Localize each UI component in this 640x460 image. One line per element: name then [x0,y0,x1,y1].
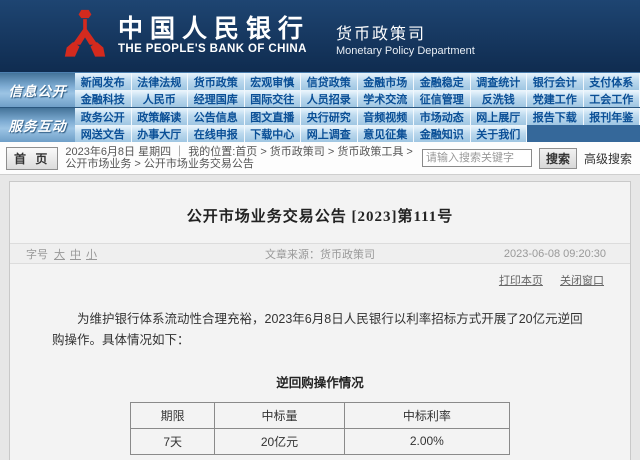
main-nav: 信息公开新闻发布法律法规货币政策宏观审慎信贷政策金融市场金融稳定调查统计银行会计… [0,72,640,142]
table-row: 7天20亿元2.00% [131,428,510,454]
article-body: 为维护银行体系流动性合理充裕，2023年6月8日人民银行以利率招标方式开展了20… [52,309,588,352]
nav-item[interactable]: 法律法规 [132,73,189,90]
nav-section: 信息公开新闻发布法律法规货币政策宏观审慎信贷政策金融市场金融稳定调查统计银行会计… [0,72,640,107]
search-input[interactable] [422,149,532,167]
nav-item[interactable]: 反洗钱 [471,90,528,107]
print-page-link[interactable]: 打印本页 [499,275,543,287]
nav-item[interactable]: 金融稳定 [414,73,471,90]
source-value: 货币政策司 [320,249,375,261]
breadcrumb-bar: 首 页 2023年6月8日 星期四 ｜ 我的位置:首页 > 货币政策司 > 货币… [0,142,640,175]
nav-item[interactable]: 报刊年鉴 [584,108,640,125]
nav-item[interactable]: 政务公开 [75,108,132,125]
article-actions: 打印本页 关闭窗口 [10,264,630,288]
nav-item[interactable]: 金融市场 [358,73,415,90]
font-size-中[interactable]: 中 [70,249,81,261]
nav-item[interactable]: 央行研究 [301,108,358,125]
table-header-cell: 期限 [131,402,215,428]
table-cell: 7天 [131,428,215,454]
source-label: 文章来源： [265,249,320,261]
department-name-cn: 货币政策司 [336,25,475,45]
breadcrumb[interactable]: 2023年6月8日 星期四 ｜ 我的位置:首页 > 货币政策司 > 货币政策工具… [65,146,415,170]
nav-item[interactable]: 办事大厅 [132,125,189,142]
article-card: 公开市场业务交易公告 [2023]第111号 字号 大中小 文章来源：货币政策司… [9,181,631,460]
table-header-cell: 中标利率 [344,402,509,428]
nav-item[interactable]: 音频视频 [358,108,415,125]
department-block: 货币政策司 Monetary Policy Department [336,15,475,57]
nav-item[interactable]: 意见征集 [358,125,415,142]
nav-item[interactable]: 公告信息 [188,108,245,125]
home-button[interactable]: 首 页 [6,147,58,170]
nav-item[interactable]: 国际交往 [245,90,302,107]
department-name-en: Monetary Policy Department [336,45,475,57]
nav-item[interactable]: 党建工作 [527,90,584,107]
nav-item[interactable]: 政策解读 [132,108,189,125]
nav-item[interactable]: 市场动态 [414,108,471,125]
nav-item[interactable]: 新闻发布 [75,73,132,90]
nav-item[interactable]: 货币政策 [188,73,245,90]
search-area: 搜索 高级搜索 [422,148,632,169]
nav-item[interactable]: 图文直播 [245,108,302,125]
nav-item[interactable]: 宏观审慎 [245,73,302,90]
nav-section-label[interactable]: 服务互动 [0,108,75,142]
nav-item[interactable]: 金融知识 [414,125,471,142]
page-title: 公开市场业务交易公告 [2023]第111号 [10,205,630,226]
nav-item[interactable]: 人员招录 [301,90,358,107]
font-size-大[interactable]: 大 [54,249,65,261]
nav-item[interactable]: 支付体系 [584,73,640,90]
operation-table-title: 逆回购操作情况 [10,372,630,391]
article-timestamp: 2023-06-08 09:20:30 [504,248,606,260]
nav-item[interactable]: 金融科技 [75,90,132,107]
font-size-小[interactable]: 小 [86,249,97,261]
nav-item[interactable]: 关于我们 [471,125,528,142]
site-header: 中国人民银行 THE PEOPLE'S BANK OF CHINA 货币政策司 … [0,0,640,72]
article-meta-bar: 字号 大中小 文章来源：货币政策司 2023-06-08 09:20:30 [10,243,630,264]
pboc-logo-icon [62,9,108,63]
search-button[interactable]: 搜索 [539,148,577,169]
bank-name-block: 中国人民银行 THE PEOPLE'S BANK OF CHINA [118,17,310,55]
bank-name-cn: 中国人民银行 [118,17,310,43]
bank-name-en: THE PEOPLE'S BANK OF CHINA [118,43,310,55]
table-cell: 2.00% [344,428,509,454]
close-window-link[interactable]: 关闭窗口 [560,275,604,287]
nav-item[interactable]: 银行会计 [527,73,584,90]
nav-item[interactable]: 调查统计 [471,73,528,90]
table-header-cell: 中标量 [215,402,344,428]
nav-item[interactable]: 下载中心 [245,125,302,142]
nav-item[interactable]: 工会工作 [584,90,640,107]
nav-item[interactable]: 学术交流 [358,90,415,107]
nav-item[interactable]: 网上调查 [301,125,358,142]
nav-item[interactable]: 网送文告 [75,125,132,142]
advanced-search-link[interactable]: 高级搜索 [584,150,632,167]
nav-section-label[interactable]: 信息公开 [0,73,75,107]
nav-item[interactable]: 在线申报 [188,125,245,142]
font-size-label: 字号 [26,246,48,262]
nav-item[interactable]: 网上展厅 [471,108,528,125]
font-size-controls: 字号 大中小 [26,246,102,262]
nav-section: 服务互动政务公开政策解读公告信息图文直播央行研究音频视频市场动态网上展厅报告下载… [0,107,640,142]
nav-item[interactable]: 征信管理 [414,90,471,107]
main-content: 公开市场业务交易公告 [2023]第111号 字号 大中小 文章来源：货币政策司… [0,175,640,460]
operation-table: 期限中标量中标利率7天20亿元2.00% [130,402,510,455]
nav-item[interactable]: 报告下载 [527,108,584,125]
nav-item[interactable]: 信贷政策 [301,73,358,90]
nav-item[interactable]: 人民币 [132,90,189,107]
table-cell: 20亿元 [215,428,344,454]
nav-item[interactable]: 经理国库 [188,90,245,107]
